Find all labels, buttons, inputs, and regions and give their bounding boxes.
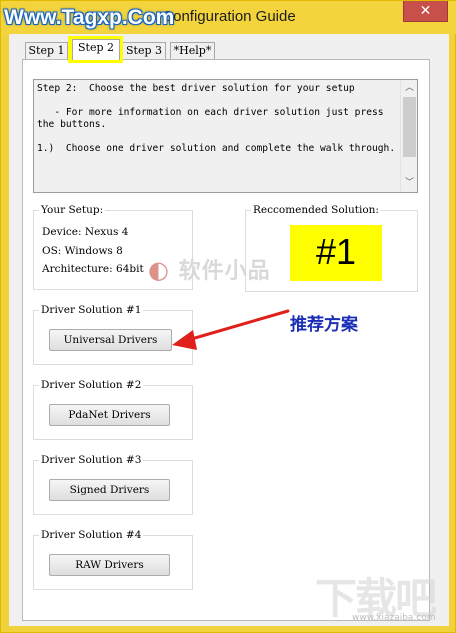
solution-group-label: Driver Solution #2 — [39, 379, 144, 391]
setup-device: Device: Nexus 4 — [42, 226, 129, 238]
solution-group-1: Driver Solution #1 Universal Drivers — [33, 304, 193, 365]
tab-label: Step 3 — [125, 44, 162, 57]
watermark-logo-icon: ◐ — [148, 256, 170, 284]
recommended-group-label: Reccomended Solution: — [251, 204, 381, 216]
chevron-up-icon[interactable]: ︿ — [401, 80, 418, 97]
close-icon: ✕ — [419, 3, 432, 19]
scroll-thumb[interactable] — [403, 97, 416, 157]
tab-step-1[interactable]: Step 1 — [25, 42, 68, 60]
scrollbar[interactable]: ︿ ﹀ — [400, 80, 417, 192]
raw-drivers-button[interactable]: RAW Drivers — [49, 554, 170, 576]
tab-step-3[interactable]: Step 3 — [122, 42, 166, 60]
signed-drivers-button[interactable]: Signed Drivers — [49, 479, 170, 501]
setup-os: OS: Windows 8 — [42, 245, 123, 257]
setup-architecture: Architecture: 64bit — [42, 263, 144, 275]
annotation-text: 推荐方案 — [290, 315, 358, 335]
tab-label: Step 1 — [28, 44, 65, 57]
tab-label: Step 2 — [77, 41, 114, 54]
recommended-value: #1 — [315, 231, 357, 272]
chevron-down-icon[interactable]: ﹀ — [401, 175, 418, 192]
solution-group-label: Driver Solution #3 — [39, 454, 144, 466]
watermark-bottom-url: www.xiazaiba.com — [352, 613, 436, 623]
solution-group-4: Driver Solution #4 RAW Drivers — [33, 529, 193, 590]
solution-group-3: Driver Solution #3 Signed Drivers — [33, 454, 193, 515]
pdanet-drivers-button[interactable]: PdaNet Drivers — [49, 404, 170, 426]
recommended-highlight: #1 — [290, 225, 382, 281]
solution-group-label: Driver Solution #4 — [39, 529, 144, 541]
instructions-textbox[interactable]: Step 2: Choose the best driver solution … — [33, 79, 418, 193]
tab-help[interactable]: *Help* — [170, 42, 215, 60]
solution-group-2: Driver Solution #2 PdaNet Drivers — [33, 379, 193, 440]
tab-label: *Help* — [173, 44, 212, 57]
watermark-top: Www.Tagxp.Com — [4, 6, 175, 29]
tab-step-2[interactable]: Step 2 — [72, 39, 120, 60]
watermark-middle: ◐ 软件小品 — [148, 253, 271, 285]
universal-drivers-button[interactable]: Universal Drivers — [49, 329, 172, 351]
setup-group-label: Your Setup: — [39, 204, 106, 216]
solution-group-label: Driver Solution #1 — [39, 304, 144, 316]
instructions-text: Step 2: Choose the best driver solution … — [37, 83, 396, 154]
watermark-middle-text: 软件小品 — [178, 259, 271, 284]
title-bar[interactable]: Configuration Guide Www.Tagxp.Com ✕ — [1, 1, 456, 34]
close-button[interactable]: ✕ — [403, 1, 448, 22]
